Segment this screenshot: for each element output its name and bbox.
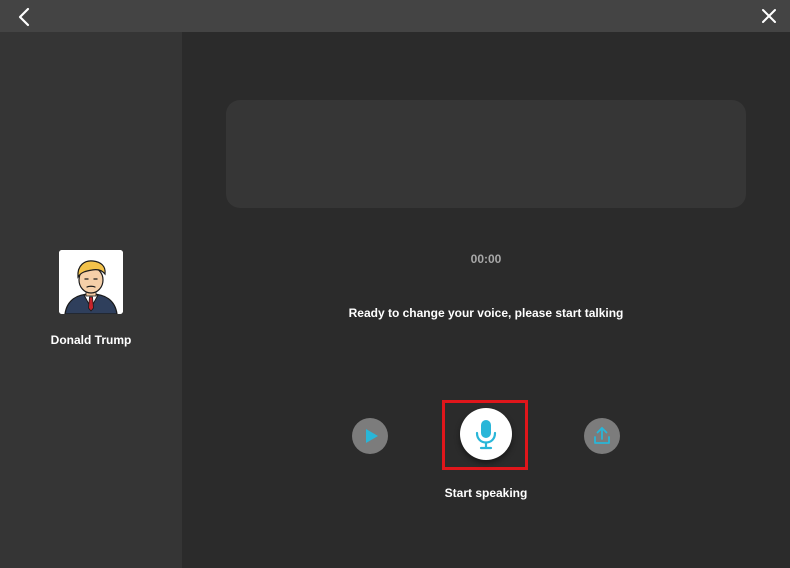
start-speaking-button[interactable]	[460, 408, 512, 460]
microphone-icon	[475, 420, 497, 450]
upload-icon	[594, 427, 610, 444]
recording-timer: 00:00	[470, 252, 502, 266]
play-icon	[366, 429, 378, 443]
status-message: Ready to change your voice, please start…	[348, 306, 624, 320]
play-button[interactable]	[352, 418, 388, 454]
voice-changer-window: Donald Trump 00:00 Ready to change your …	[0, 0, 790, 568]
close-button[interactable]	[760, 7, 778, 25]
back-button[interactable]	[14, 6, 36, 28]
cartoon-portrait-avatar	[59, 250, 123, 314]
title-bar	[0, 0, 790, 32]
start-speaking-label: Start speaking	[444, 486, 528, 500]
transcript-panel	[226, 100, 746, 208]
character-name: Donald Trump	[50, 333, 132, 347]
character-sidebar: Donald Trump	[0, 32, 182, 568]
close-icon	[762, 9, 776, 23]
upload-button[interactable]	[584, 418, 620, 454]
character-avatar[interactable]	[59, 250, 123, 314]
chevron-left-icon	[18, 7, 30, 27]
voice-main-panel: 00:00 Ready to change your voice, please…	[182, 32, 790, 568]
